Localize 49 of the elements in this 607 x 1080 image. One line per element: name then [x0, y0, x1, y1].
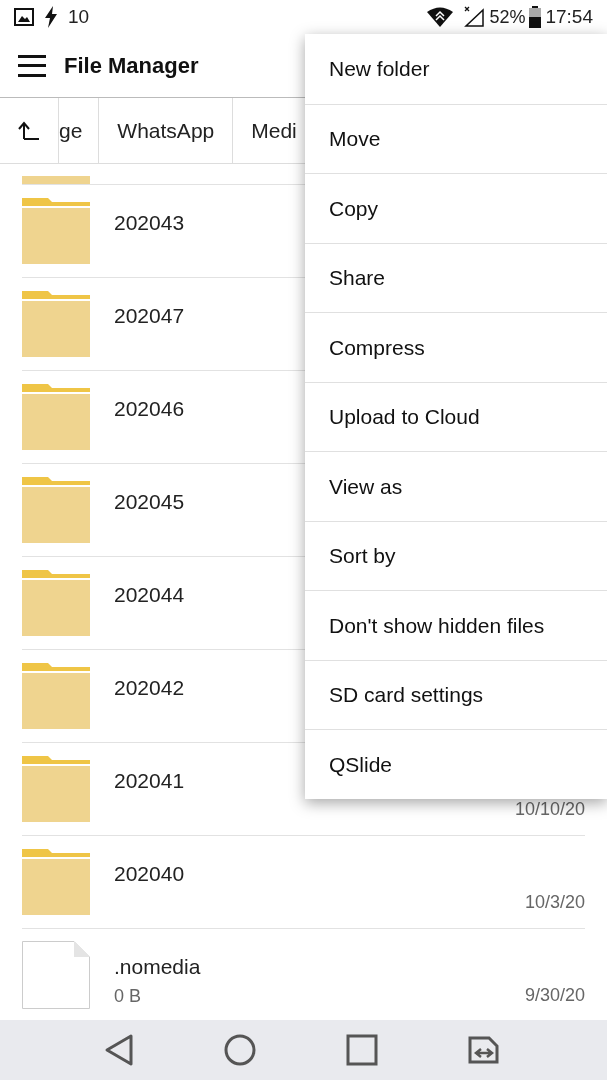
home-button[interactable] [223, 1033, 258, 1067]
recent-apps-button[interactable] [345, 1034, 378, 1066]
menu-item[interactable]: Share [305, 242, 607, 312]
breadcrumb[interactable]: ge [58, 98, 99, 163]
modified-date: 10/10/20 [514, 798, 585, 821]
folder-name: 202047 [114, 303, 185, 329]
folder-name: 202042 [114, 675, 185, 701]
modified-date: 10/3/20 [524, 891, 585, 914]
menu-icon[interactable] [18, 54, 46, 77]
menu-item[interactable]: Upload to Cloud [305, 381, 607, 451]
up-arrow-icon [18, 120, 40, 141]
folder-icon [22, 849, 90, 915]
file-icon [22, 941, 90, 1009]
menu-item[interactable]: Sort by [305, 520, 607, 590]
menu-item[interactable]: SD card settings [305, 659, 607, 729]
modified-date: 9/30/20 [524, 984, 585, 1007]
folder-icon [22, 198, 90, 264]
folder-name: 202046 [114, 396, 185, 422]
folder-icon [22, 176, 90, 184]
clock-time: 17:54 [545, 4, 593, 29]
folder-icon [22, 291, 90, 357]
signal-icon [463, 6, 486, 28]
menu-item[interactable]: Compress [305, 312, 607, 382]
menu-item[interactable]: View as [305, 451, 607, 521]
folder-name: 202045 [114, 489, 185, 515]
file-name: .nomedia [114, 954, 201, 980]
file-size: 0 B [114, 984, 143, 1008]
folder-icon [22, 663, 90, 729]
folder-name: 202041 [114, 768, 185, 794]
menu-item[interactable]: Don't show hidden files [305, 590, 607, 660]
menu-item[interactable]: QSlide [305, 729, 607, 799]
folder-icon [22, 756, 90, 822]
folder-icon [22, 570, 90, 636]
menu-item[interactable]: Copy [305, 173, 607, 243]
breadcrumb[interactable]: WhatsApp [98, 98, 233, 163]
back-button[interactable] [104, 1033, 135, 1067]
folder-name: 202040 [114, 861, 185, 887]
folder-icon [22, 477, 90, 543]
app-title: File Manager [64, 52, 199, 80]
lightning-icon [44, 6, 58, 28]
folder-icon [22, 384, 90, 450]
folder-name: 202044 [114, 582, 185, 608]
menu-item[interactable]: Move [305, 103, 607, 173]
notification-count: 10 [68, 4, 90, 29]
wifi-icon [427, 7, 454, 27]
battery-icon [529, 6, 542, 28]
folder-name: 202043 [114, 210, 185, 236]
battery-percentage: 52% [489, 5, 526, 29]
image-icon [14, 7, 34, 27]
